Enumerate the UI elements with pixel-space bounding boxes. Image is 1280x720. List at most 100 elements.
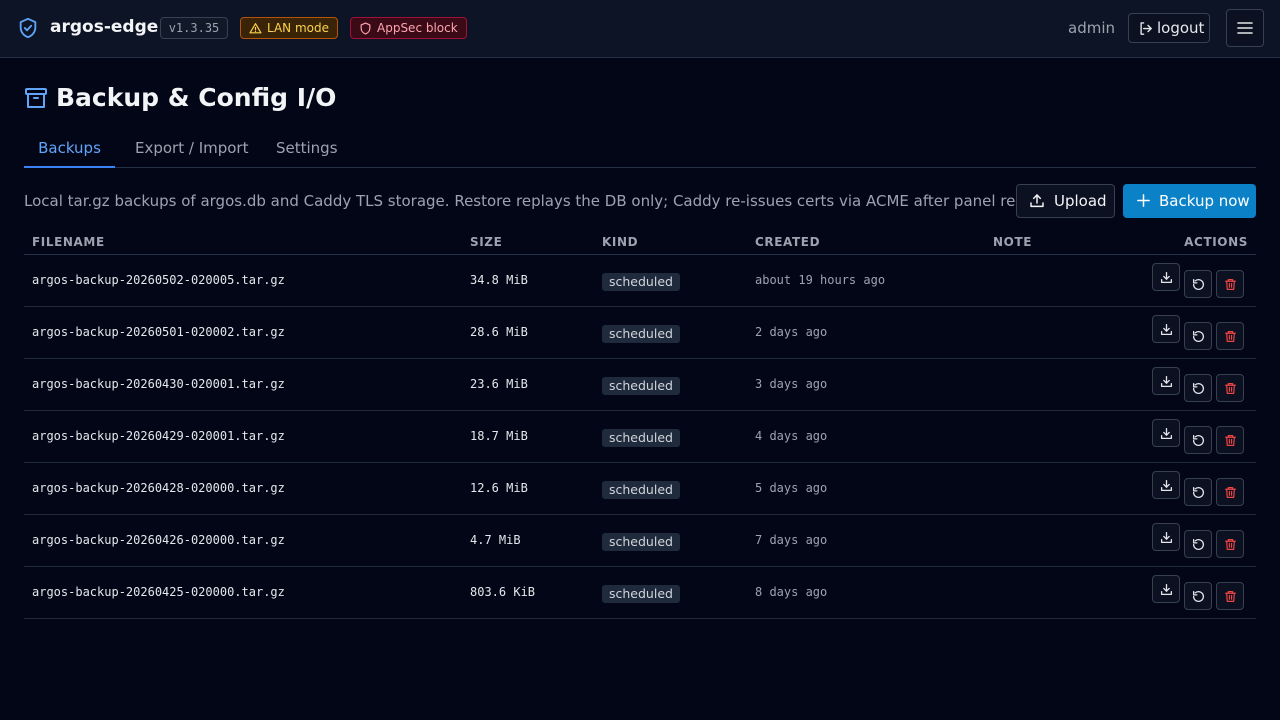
backup-size: 18.7 MiB [470,429,528,443]
column-header-filename[interactable]: FILENAME [32,235,105,249]
table-row: argos-backup-20260428-020000.tar.gz 12.6 … [24,463,1256,515]
lan-mode-badge: LAN mode [240,17,338,39]
table-row: argos-backup-20260425-020000.tar.gz 803.6… [24,567,1256,619]
trash-icon [1225,279,1236,290]
restore-button[interactable] [1184,374,1212,402]
delete-button[interactable] [1216,270,1244,298]
backup-kind-badge: scheduled [602,325,680,343]
tab-export-import[interactable]: Export / Import [135,130,248,168]
tab-backups[interactable]: Backups [24,130,115,168]
download-icon [1160,323,1173,336]
shield-icon [360,22,371,35]
download-button[interactable] [1152,523,1180,551]
backup-created: 8 days ago [755,585,828,599]
backup-size: 4.7 MiB [470,533,521,547]
backup-filename: argos-backup-20260429-020001.tar.gz [32,429,285,443]
upload-button[interactable]: Upload [1016,184,1115,218]
delete-button[interactable] [1216,374,1244,402]
backup-filename: argos-backup-20260501-020002.tar.gz [32,325,285,339]
restore-icon [1192,278,1204,290]
restore-icon [1192,434,1204,446]
delete-button[interactable] [1216,582,1244,610]
backup-created: 2 days ago [755,325,828,339]
version-badge: v1.3.35 [160,17,228,39]
logout-button[interactable]: logout [1128,13,1210,43]
table-row: argos-backup-20260430-020001.tar.gz 23.6 … [24,359,1256,411]
download-icon [1160,531,1173,544]
backup-size: 34.8 MiB [470,273,528,287]
backup-filename: argos-backup-20260430-020001.tar.gz [32,377,285,391]
backup-created: 7 days ago [755,533,828,547]
trash-icon [1225,383,1236,394]
trash-icon [1225,591,1236,602]
delete-button[interactable] [1216,530,1244,558]
menu-button[interactable] [1226,9,1264,47]
backup-now-label: Backup now [1159,192,1250,210]
backup-size: 23.6 MiB [470,377,528,391]
restore-button[interactable] [1184,478,1212,506]
current-user: admin [1068,19,1115,37]
column-header-actions: ACTIONS [1184,235,1248,249]
backup-created: 5 days ago [755,481,828,495]
backup-kind-badge: scheduled [602,481,680,499]
trash-icon [1225,331,1236,342]
download-button[interactable] [1152,263,1180,291]
trash-icon [1225,487,1236,498]
backup-kind-badge: scheduled [602,273,680,291]
restore-icon [1192,382,1204,394]
column-header-kind[interactable]: KIND [602,235,638,249]
backup-size: 12.6 MiB [470,481,528,495]
backup-filename: argos-backup-20260426-020000.tar.gz [32,533,285,547]
brand-name: argos-edge [50,17,159,37]
restore-button[interactable] [1184,530,1212,558]
restore-button[interactable] [1184,426,1212,454]
column-header-created[interactable]: CREATED [755,235,820,249]
delete-button[interactable] [1216,478,1244,506]
tab-bar: Backups Export / Import Settings [24,130,1256,168]
download-button[interactable] [1152,471,1180,499]
delete-button[interactable] [1216,426,1244,454]
tab-settings[interactable]: Settings [276,130,338,168]
column-header-note: NOTE [993,235,1033,249]
upload-icon [1030,194,1044,208]
restore-icon [1192,538,1204,550]
download-button[interactable] [1152,575,1180,603]
restore-icon [1192,486,1204,498]
table-row: argos-backup-20260426-020000.tar.gz 4.7 M… [24,515,1256,567]
download-button[interactable] [1152,315,1180,343]
page-title: Backup & Config I/O [56,83,337,112]
backup-size: 803.6 KiB [470,585,536,599]
restore-icon [1192,330,1204,342]
lan-mode-label: LAN mode [267,21,329,35]
backup-kind-badge: scheduled [602,585,680,603]
backup-created: 4 days ago [755,429,828,443]
backup-now-button[interactable]: Backup now [1123,184,1256,218]
download-icon [1160,427,1173,440]
archive-icon [25,88,47,108]
restore-button[interactable] [1184,582,1212,610]
backup-created: about 19 hours ago [755,273,886,287]
backup-filename: argos-backup-20260425-020000.tar.gz [32,585,285,599]
upload-label: Upload [1054,192,1107,210]
table-row: argos-backup-20260501-020002.tar.gz 28.6 … [24,307,1256,359]
backup-filename: argos-backup-20260502-020005.tar.gz [32,273,285,287]
table-row: argos-backup-20260429-020001.tar.gz 18.7 … [24,411,1256,463]
table-row: argos-backup-20260502-020005.tar.gz 34.8 … [24,255,1256,307]
column-header-size[interactable]: SIZE [470,235,502,249]
logout-label: logout [1157,19,1205,37]
restore-icon [1192,590,1204,602]
table-header: FILENAME SIZE KIND CREATED NOTE ACTIONS [24,230,1256,255]
delete-button[interactable] [1216,322,1244,350]
download-button[interactable] [1152,367,1180,395]
download-icon [1160,479,1173,492]
backups-description: Local tar.gz backups of argos.db and Cad… [24,192,1056,210]
logout-icon [1140,22,1152,35]
download-icon [1160,375,1173,388]
backup-kind-badge: scheduled [602,377,680,395]
hamburger-icon [1237,22,1253,34]
restore-button[interactable] [1184,322,1212,350]
restore-button[interactable] [1184,270,1212,298]
backup-kind-badge: scheduled [602,533,680,551]
download-button[interactable] [1152,419,1180,447]
download-icon [1160,271,1173,284]
